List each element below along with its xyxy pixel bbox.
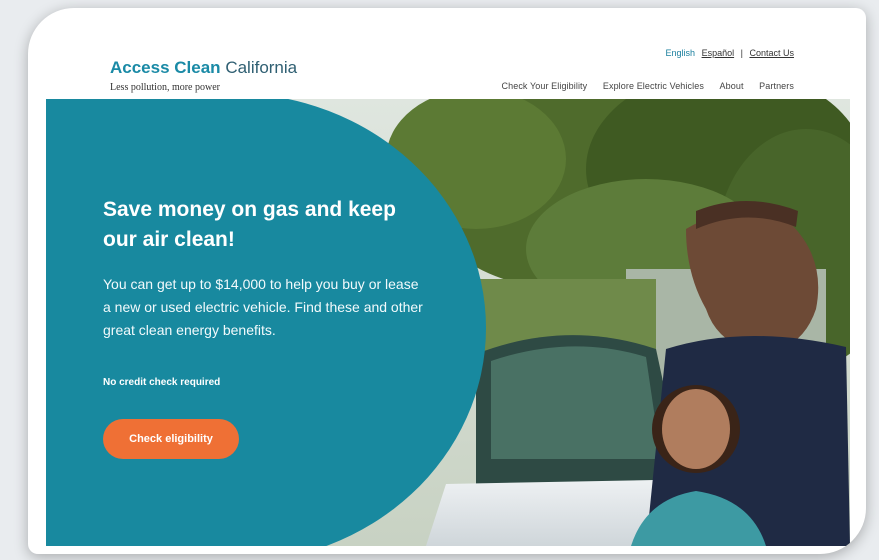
webpage: Access Clean California Less pollution, … bbox=[46, 26, 850, 546]
check-eligibility-button[interactable]: Check eligibility bbox=[103, 419, 239, 459]
nav-item-explore-ev[interactable]: Explore Electric Vehicles bbox=[603, 81, 704, 91]
main-nav: Check Your Eligibility Explore Electric … bbox=[489, 81, 794, 91]
site-header: Access Clean California Less pollution, … bbox=[46, 26, 850, 99]
nav-item-partners[interactable]: Partners bbox=[759, 81, 794, 91]
no-credit-note: No credit check required bbox=[103, 377, 221, 388]
hero-body-text: You can get up to $14,000 to help you bu… bbox=[103, 276, 423, 338]
nav-item-about[interactable]: About bbox=[720, 81, 744, 91]
logo-title-light: California bbox=[225, 58, 298, 77]
hero-headline: Save money on gas and keep our air clean… bbox=[103, 198, 396, 251]
hero-section: Save money on gas and keep our air clean… bbox=[46, 99, 850, 546]
language-spanish-link[interactable]: Español bbox=[702, 48, 735, 58]
logo-tagline: Less pollution, more power bbox=[110, 82, 220, 93]
nav-item-eligibility[interactable]: Check Your Eligibility bbox=[502, 81, 588, 91]
utility-links: English Español | Contact Us bbox=[662, 48, 794, 58]
site-logo[interactable]: Access Clean California bbox=[110, 58, 297, 78]
language-english-link[interactable]: English bbox=[666, 48, 696, 58]
utility-separator: | bbox=[740, 48, 743, 58]
logo-title-bold: Access Clean bbox=[110, 58, 221, 77]
screenshot-frame: Access Clean California Less pollution, … bbox=[28, 8, 866, 554]
contact-us-link[interactable]: Contact Us bbox=[749, 48, 794, 58]
